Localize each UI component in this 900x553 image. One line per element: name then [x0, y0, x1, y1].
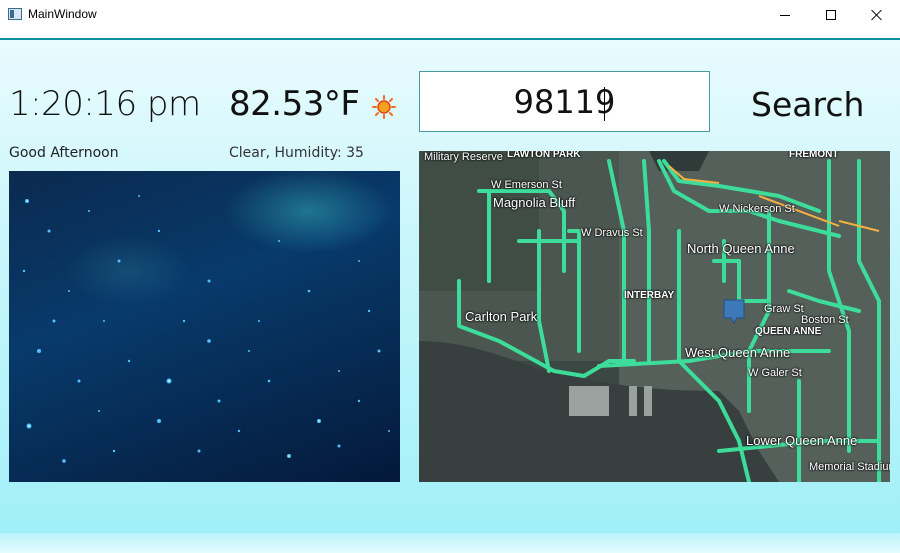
maximize-button[interactable]: [808, 0, 854, 30]
map-label: Memorial Stadium: [809, 461, 890, 473]
map-label: Graw St: [764, 303, 804, 315]
map-label: W Emerson St: [491, 179, 562, 191]
map-label: North Queen Anne: [687, 241, 795, 256]
map-label: FREMONT: [789, 151, 839, 160]
zip-code-input[interactable]: [419, 71, 710, 132]
client-area: 1:20:16 pm 82.53°F Good Afternoon Clear,…: [0, 40, 900, 553]
bottom-strip: [0, 533, 900, 553]
search-button[interactable]: Search: [722, 84, 872, 124]
condition-text: Clear, Humidity: 35: [229, 145, 364, 161]
location-map[interactable]: Military Reserve LAWTON PARK FREMONT W E…: [419, 151, 890, 482]
map-label: QUEEN ANNE: [755, 326, 822, 337]
greeting-text: Good Afternoon: [9, 145, 119, 161]
text-caret: [604, 87, 605, 121]
app-icon: [8, 8, 22, 20]
minimize-button[interactable]: [762, 0, 808, 30]
minimize-icon: [780, 14, 790, 16]
map-label: Boston St: [801, 314, 849, 326]
sun-icon: [372, 95, 396, 119]
map-label: West Queen Anne: [685, 345, 791, 360]
map-label: LAWTON PARK: [507, 151, 581, 160]
maximize-icon: [826, 10, 836, 20]
map-label: Carlton Park: [465, 309, 538, 324]
clock-display: 1:20:16 pm: [9, 84, 201, 124]
close-button[interactable]: [854, 0, 900, 30]
temperature-display: 82.53°F: [229, 84, 360, 124]
map-label: W Dravus St: [581, 227, 643, 239]
close-icon: [871, 9, 883, 21]
window-title: MainWindow: [28, 7, 97, 21]
weather-background-image: [9, 171, 400, 482]
map-label: INTERBAY: [624, 290, 675, 301]
map-label: Magnolia Bluff: [493, 195, 576, 210]
starfield: [22, 195, 390, 463]
location-pin-icon: [723, 299, 745, 324]
map-label: Military Reserve: [424, 151, 503, 163]
map-label: W Nickerson St: [719, 203, 795, 215]
map-label: Lower Queen Anne: [746, 433, 858, 448]
map-label: W Galer St: [748, 367, 802, 379]
title-bar: MainWindow: [0, 0, 900, 30]
